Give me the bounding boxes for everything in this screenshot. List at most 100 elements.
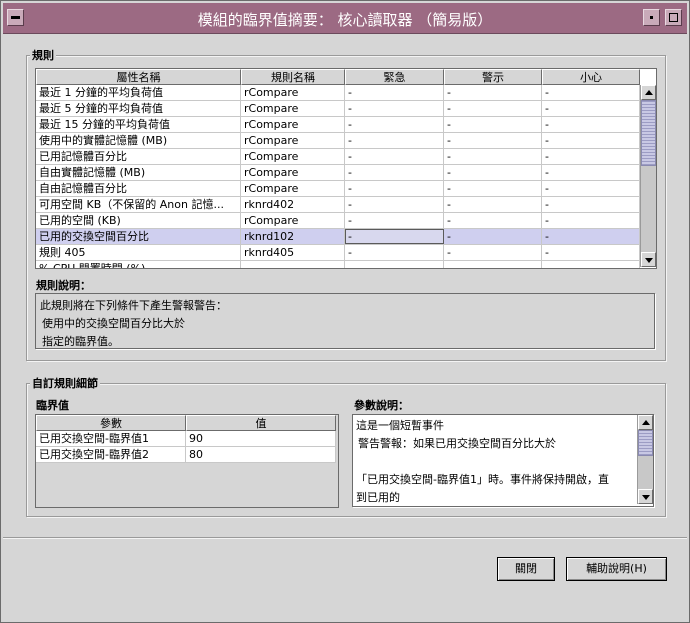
scroll-up-button[interactable]	[641, 85, 656, 100]
caution-cell[interactable]: -	[542, 245, 640, 260]
alert-cell[interactable]: -	[444, 229, 542, 244]
attribute-cell[interactable]: 可用空間 KB（不保留的 Anon 記憶...	[36, 197, 241, 212]
param-value-cell[interactable]: 80	[186, 447, 336, 462]
column-header-rule-name[interactable]: 規則名稱	[241, 69, 345, 85]
caution-cell[interactable]: -	[542, 165, 640, 180]
rule-name-cell[interactable]: rCompare	[241, 165, 345, 180]
alert-cell[interactable]: -	[444, 197, 542, 212]
attribute-cell[interactable]: 規則 405	[36, 245, 241, 260]
critical-cell[interactable]: -	[345, 181, 444, 196]
alert-cell[interactable]: -	[444, 213, 542, 228]
alert-cell[interactable]: -	[444, 261, 542, 268]
caution-cell[interactable]: -	[542, 117, 640, 132]
table-row[interactable]: 使用中的實體記憶體 (MB) rCompare - - -	[36, 133, 640, 149]
alert-cell[interactable]: -	[444, 117, 542, 132]
scroll-up-button[interactable]	[638, 415, 653, 430]
column-header-critical[interactable]: 緊急	[345, 69, 444, 85]
attribute-cell[interactable]: % CPU 閒置時間 (%)	[36, 261, 241, 268]
rule-name-cell[interactable]: rCompare	[241, 85, 345, 100]
close-button[interactable]: 關閉	[497, 557, 555, 581]
column-header-caution[interactable]: 小心	[542, 69, 640, 85]
caution-cell[interactable]: -	[542, 197, 640, 212]
help-button[interactable]: 輔助說明(H)	[566, 557, 667, 581]
alert-cell[interactable]: -	[444, 245, 542, 260]
caution-cell[interactable]: -	[542, 181, 640, 196]
column-header-parameter[interactable]: 參數	[36, 415, 186, 431]
rules-table-scrollbar[interactable]	[640, 85, 656, 267]
alert-cell[interactable]: -	[444, 85, 542, 100]
rule-description-line: 此規則將在下列條件下產生警報警告：	[40, 299, 227, 312]
param-description-scrollbar[interactable]	[637, 415, 653, 504]
critical-cell[interactable]: -	[345, 213, 444, 228]
rules-table[interactable]: 屬性名稱 規則名稱 緊急 警示 小心 最近 1 分鐘的平均負荷值 rCompare…	[35, 68, 657, 269]
table-row[interactable]: 最近 1 分鐘的平均負荷值 rCompare - - -	[36, 85, 640, 101]
attribute-cell[interactable]: 已用的空間 (KB)	[36, 213, 241, 228]
rule-name-cell[interactable]: rknrd102	[241, 229, 345, 244]
caution-cell[interactable]: -	[542, 261, 640, 268]
attribute-cell[interactable]: 最近 1 分鐘的平均負荷值	[36, 85, 241, 100]
critical-cell[interactable]: -	[345, 245, 444, 260]
caution-cell[interactable]: -	[542, 149, 640, 164]
column-header-alert[interactable]: 警示	[444, 69, 542, 85]
threshold-table[interactable]: 參數 值 已用交換空間-臨界值1 90 已用交換空間-臨界值2 80	[35, 414, 339, 508]
alert-cell[interactable]: -	[444, 181, 542, 196]
attribute-cell[interactable]: 最近 5 分鐘的平均負荷值	[36, 101, 241, 116]
table-row[interactable]: 規則 405 rknrd405- - -	[36, 245, 640, 261]
attribute-cell[interactable]: 自由實體記憶體 (MB)	[36, 165, 241, 180]
column-header-attribute[interactable]: 屬性名稱	[36, 69, 241, 85]
rule-name-cell[interactable]: rCompare	[241, 133, 345, 148]
rule-name-cell[interactable]: rCompare	[241, 101, 345, 116]
critical-cell[interactable]: -	[345, 149, 444, 164]
critical-cell[interactable]: -	[345, 197, 444, 212]
caution-cell[interactable]: -	[542, 85, 640, 100]
critical-cell[interactable]: -	[345, 101, 444, 116]
rule-name-cell[interactable]: rCompare	[241, 213, 345, 228]
table-row[interactable]: 已用的空間 (KB) rCompare - - -	[36, 213, 640, 229]
caution-cell[interactable]: -	[542, 101, 640, 116]
rule-name-cell[interactable]: -	[241, 261, 345, 268]
critical-cell[interactable]: -	[345, 261, 444, 268]
table-row[interactable]: 最近 15 分鐘的平均負荷值 rCompare - - -	[36, 117, 640, 133]
table-row[interactable]: 最近 5 分鐘的平均負荷值 rCompare - - -	[36, 101, 640, 117]
table-row[interactable]: 已用的交換空間百分比 rknrd102- - -	[36, 229, 640, 245]
caution-cell[interactable]: -	[542, 229, 640, 244]
scroll-down-button[interactable]	[638, 489, 653, 504]
caution-cell[interactable]: -	[542, 133, 640, 148]
rule-name-cell[interactable]: rCompare	[241, 117, 345, 132]
critical-cell[interactable]: -	[345, 133, 444, 148]
critical-cell[interactable]: -	[345, 165, 444, 180]
caution-cell[interactable]: -	[542, 213, 640, 228]
title-bar[interactable]: 模組的臨界值摘要： 核心讀取器 （簡易版）	[3, 3, 687, 34]
alert-cell[interactable]: -	[444, 101, 542, 116]
critical-cell[interactable]: -	[345, 85, 444, 100]
param-value-cell[interactable]: 90	[186, 431, 336, 446]
minimize-button[interactable]	[643, 9, 660, 26]
table-row[interactable]: 自由實體記憶體 (MB) rCompare - - -	[36, 165, 640, 181]
table-row[interactable]: 已用交換空間-臨界值1 90	[36, 431, 336, 447]
critical-cell[interactable]: -	[345, 229, 444, 244]
scroll-thumb[interactable]	[641, 100, 656, 166]
table-row[interactable]: 已用記憶體百分比 rCompare - - -	[36, 149, 640, 165]
table-row[interactable]: 已用交換空間-臨界值2 80	[36, 447, 336, 463]
rule-name-cell[interactable]: rknrd405	[241, 245, 345, 260]
alert-cell[interactable]: -	[444, 133, 542, 148]
rule-name-cell[interactable]: rCompare	[241, 181, 345, 196]
scroll-down-button[interactable]	[641, 252, 656, 267]
attribute-cell[interactable]: 自由記憶體百分比	[36, 181, 241, 196]
threshold-label: 臨界值	[36, 399, 69, 412]
table-row[interactable]: 可用空間 KB（不保留的 Anon 記憶... rknrd402- - -	[36, 197, 640, 213]
table-row[interactable]: 自由記憶體百分比 rCompare - - -	[36, 181, 640, 197]
rule-name-cell[interactable]: rCompare	[241, 149, 345, 164]
alert-cell[interactable]: -	[444, 165, 542, 180]
maximize-button[interactable]	[665, 9, 682, 26]
attribute-cell[interactable]: 使用中的實體記憶體 (MB)	[36, 133, 241, 148]
scroll-thumb[interactable]	[638, 430, 653, 456]
table-row[interactable]: % CPU 閒置時間 (%) - - - -	[36, 261, 640, 268]
rule-name-cell[interactable]: rknrd402	[241, 197, 345, 212]
attribute-cell[interactable]: 最近 15 分鐘的平均負荷值	[36, 117, 241, 132]
attribute-cell[interactable]: 已用的交換空間百分比	[36, 229, 241, 244]
attribute-cell[interactable]: 已用記憶體百分比	[36, 149, 241, 164]
critical-cell[interactable]: -	[345, 117, 444, 132]
alert-cell[interactable]: -	[444, 149, 542, 164]
column-header-value[interactable]: 值	[186, 415, 336, 431]
